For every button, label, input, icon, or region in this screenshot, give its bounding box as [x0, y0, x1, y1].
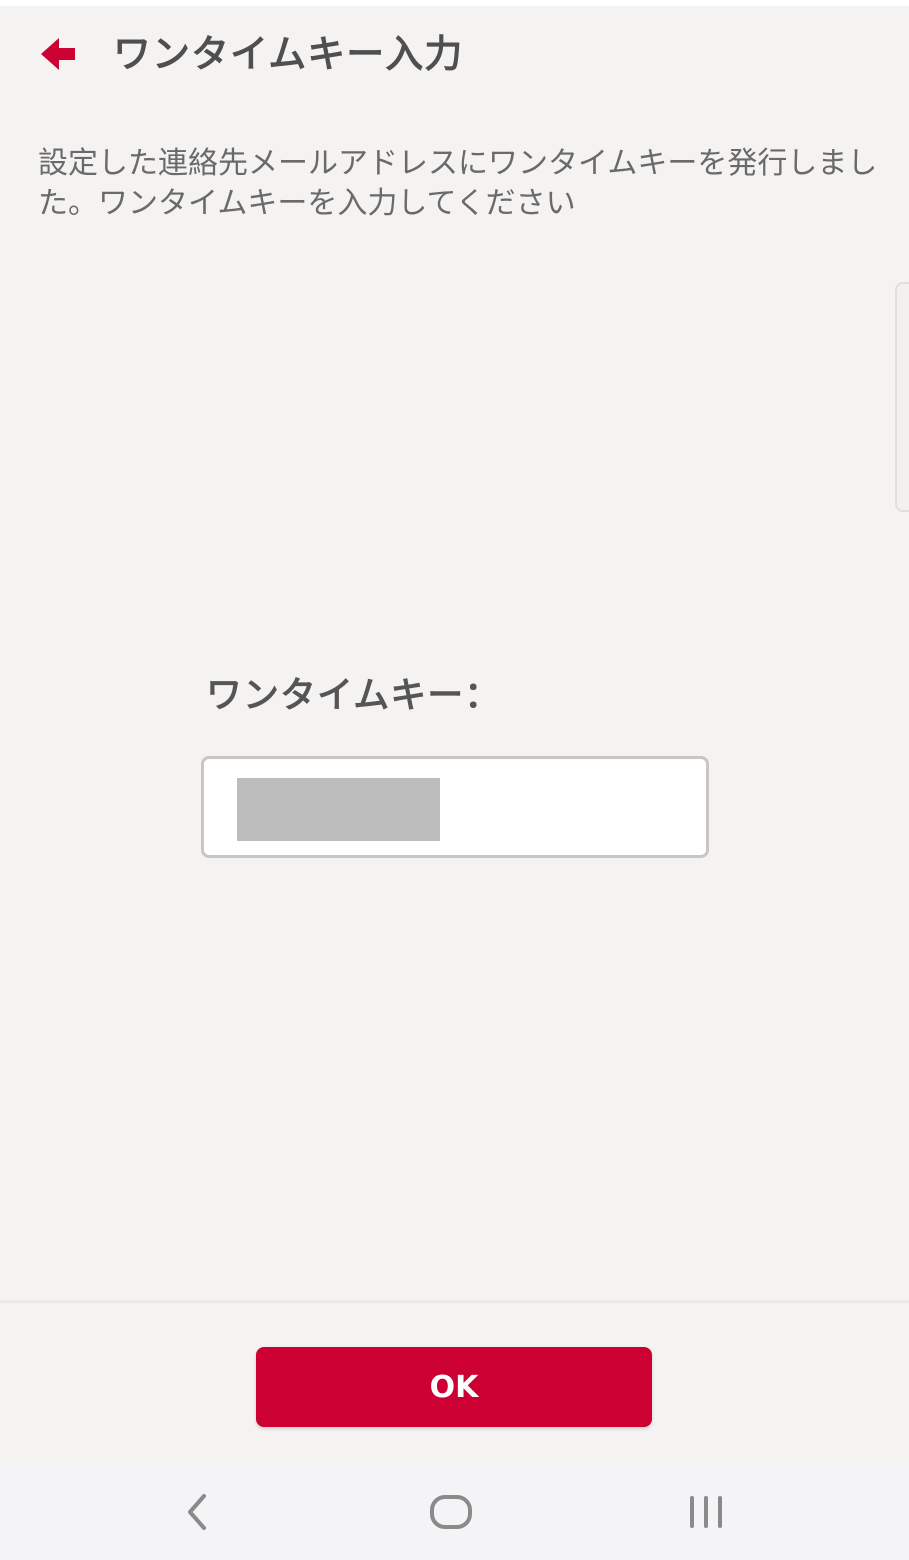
instruction-text: 設定した連絡先メールアドレスにワンタイムキーを発行しました。ワンタイムキーを入力… [38, 146, 878, 221]
nav-recents-button[interactable] [666, 1482, 746, 1542]
one-time-key-label: ワンタイムキー： [206, 675, 502, 716]
app-header: ワンタイムキー入力 [0, 6, 909, 102]
ok-button[interactable]: OK [256, 1347, 652, 1427]
one-time-key-input[interactable] [204, 759, 706, 855]
one-time-key-field [201, 756, 709, 858]
back-button[interactable] [30, 28, 86, 80]
nav-home-icon [430, 1495, 472, 1529]
system-navigation-bar [0, 1464, 909, 1560]
nav-back-icon [188, 1494, 206, 1530]
nav-home-button[interactable] [411, 1482, 491, 1542]
nav-back-button[interactable] [158, 1482, 238, 1542]
page-title: ワンタイムキー入力 [113, 32, 464, 76]
nav-recents-icon [690, 1496, 722, 1528]
side-panel-handle[interactable] [895, 282, 909, 512]
footer-divider [0, 1300, 909, 1303]
arrow-left-icon [41, 38, 75, 70]
